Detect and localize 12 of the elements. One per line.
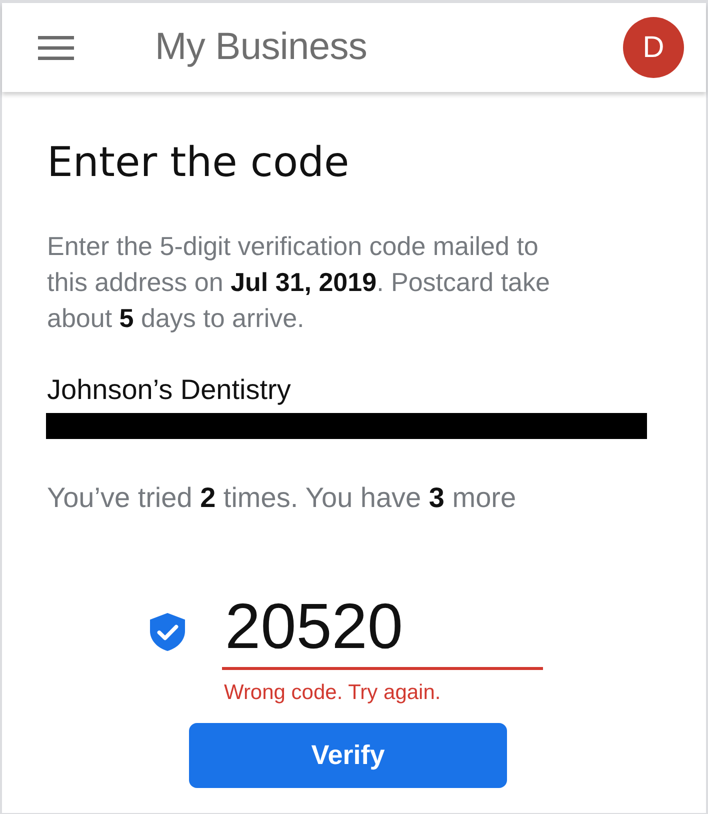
business-name: Johnson’s Dentistry <box>47 373 292 407</box>
menu-icon <box>38 36 74 60</box>
account-avatar[interactable]: D <box>623 17 684 78</box>
attempts-text: You’ve tried 2 times. You have 3 more <box>47 481 518 515</box>
page-heading: Enter the code <box>47 138 350 187</box>
error-message: Wrong code. Try again. <box>224 680 442 706</box>
app-title: My Business <box>155 25 368 70</box>
shield-check-icon <box>150 613 185 651</box>
menu-button[interactable] <box>38 36 74 60</box>
code-input-field[interactable]: 20520 <box>222 591 543 670</box>
instructions-text: Enter the 5-digit verification code mailed to this address on Jul 31, 2019. Postcard take about 5 days to arrive. <box>47 230 551 335</box>
verify-button[interactable]: Verify <box>189 723 507 788</box>
